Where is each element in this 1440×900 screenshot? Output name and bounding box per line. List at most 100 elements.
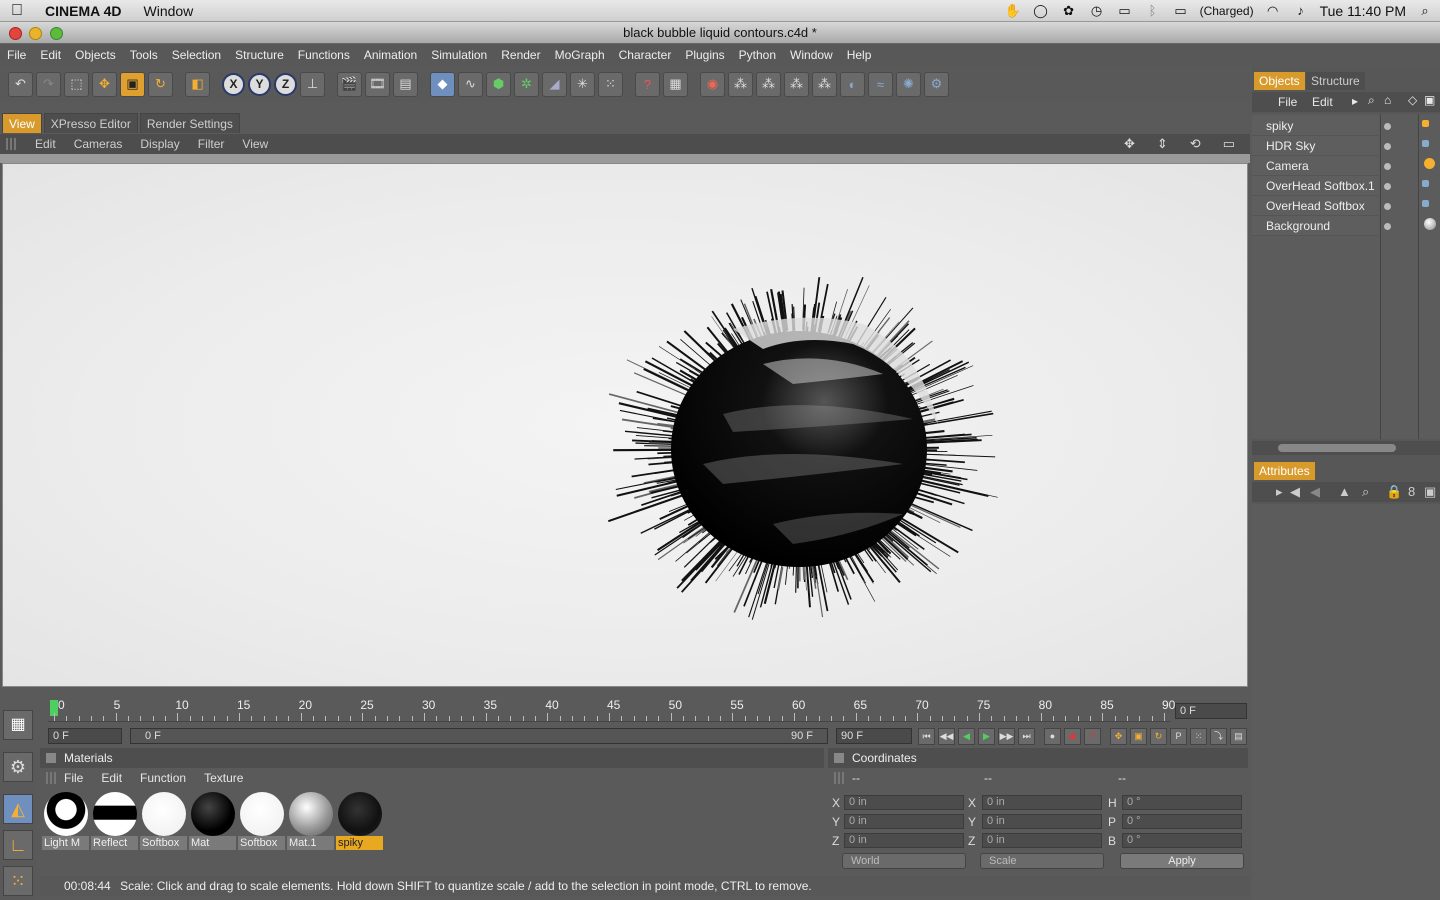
prev-key-icon[interactable]: ◀◀ (938, 728, 955, 745)
menu-python[interactable]: Python (732, 48, 783, 62)
dolly-icon[interactable]: ⇕ (1148, 136, 1177, 152)
timeline-menu-icon[interactable]: ▤ (1230, 728, 1247, 745)
apply-button[interactable]: Apply (1120, 853, 1244, 869)
visibility-dot-icon[interactable] (1384, 163, 1391, 170)
material-swatch[interactable]: Softbox (140, 792, 187, 850)
tab-structure[interactable]: Structure (1306, 72, 1365, 90)
tag-icon[interactable] (1422, 120, 1429, 127)
object-row-overhead-softbox[interactable]: OverHead Softbox (1252, 196, 1378, 216)
grip-icon[interactable] (6, 138, 18, 150)
new-window-icon[interactable]: ▣ (1424, 93, 1435, 107)
size-z-field[interactable]: 0 in (982, 833, 1102, 848)
coordinate-system-icon[interactable]: ⊥ (300, 71, 325, 97)
menu-window[interactable]: Window (783, 48, 840, 62)
menu-objects[interactable]: Objects (68, 48, 123, 62)
point-mode-icon[interactable]: ⁙ (3, 866, 33, 896)
hand-icon[interactable]: ✋ (1004, 4, 1022, 18)
tag-icon[interactable] (1422, 200, 1429, 207)
pan-icon[interactable]: ✥ (1115, 136, 1144, 152)
grip-icon[interactable] (46, 772, 58, 784)
current-frame-field[interactable]: 0 F (1175, 703, 1247, 719)
render-view-icon[interactable]: 🎬 (337, 71, 362, 97)
mograph-cloner-icon[interactable]: ⁂ (728, 71, 753, 97)
rotation-h-field[interactable]: 0 ° (1122, 795, 1242, 810)
redo-icon[interactable]: ↷ (36, 71, 61, 97)
coordinate-mode-select[interactable]: Scale (980, 853, 1104, 869)
link-icon[interactable]: 8 (1408, 484, 1415, 499)
materials-menu-edit[interactable]: Edit (101, 771, 122, 785)
viewport-menu-filter[interactable]: Filter (189, 137, 234, 151)
tab-view[interactable]: View (2, 113, 42, 133)
layer-icon[interactable]: ◇ (1408, 93, 1417, 107)
settings-gear-icon[interactable]: ⚙ (924, 71, 949, 97)
start-frame-field[interactable]: 0 F (48, 728, 122, 744)
object-row-spiky[interactable]: spiky (1252, 116, 1378, 136)
object-list-scrollbar[interactable] (1252, 441, 1440, 455)
materials-menu-texture[interactable]: Texture (204, 771, 243, 785)
tab-objects[interactable]: Objects (1254, 72, 1305, 90)
help-pointer-icon[interactable]: ? (635, 71, 660, 97)
material-swatch[interactable]: Softbox (238, 792, 285, 850)
scale-tool-icon[interactable]: ▣ (120, 71, 145, 97)
search-icon[interactable]: ⌕ (1362, 484, 1369, 500)
paw-icon[interactable]: ✿ (1060, 4, 1078, 18)
menu-functions[interactable]: Functions (291, 48, 357, 62)
material-tag-icon[interactable] (1424, 218, 1436, 230)
y-axis-button[interactable]: Y (248, 72, 271, 96)
play-forwards-icon[interactable]: ▶ (978, 728, 995, 745)
volume-icon[interactable]: ♪ (1292, 4, 1310, 18)
forward-icon[interactable]: ◀ (1310, 484, 1320, 500)
z-axis-button[interactable]: Z (274, 72, 297, 96)
menu-file[interactable]: File (0, 48, 33, 62)
layout-switch-icon[interactable]: ▦ (3, 710, 33, 740)
more-arrow-icon[interactable]: ▸ (1276, 484, 1283, 500)
deformer-icon[interactable]: ◢ (542, 71, 567, 97)
sync-icon[interactable]: ◯ (1032, 4, 1050, 18)
app-menu-name[interactable]: CINEMA 4D (34, 3, 133, 19)
keyframe-selection-icon[interactable]: ? (1084, 728, 1101, 745)
grip-icon[interactable] (834, 772, 846, 784)
tab-xpresso-editor[interactable]: XPresso Editor (43, 113, 138, 133)
material-swatch[interactable]: Mat.1 (287, 792, 334, 850)
object-row-camera[interactable]: Camera (1252, 156, 1378, 176)
objects-menu-file[interactable]: File (1278, 95, 1297, 109)
record-keys-icon[interactable]: ● (1044, 728, 1061, 745)
coordinate-space-select[interactable]: World (842, 853, 966, 869)
key-scale-icon[interactable]: ▣ (1130, 728, 1147, 745)
autokey-icon[interactable]: ◉ (1064, 728, 1081, 745)
array-icon[interactable]: ✲ (514, 71, 539, 97)
position-x-field[interactable]: 0 in (844, 795, 964, 810)
visibility-dot-icon[interactable] (1384, 143, 1391, 150)
timeline-ruler[interactable]: 0 5 10 15 20 25 30 35 40 45 50 55 60 65 70 75 80 85 90 (48, 698, 1175, 722)
more-arrow-icon[interactable]: ▸ (1352, 94, 1358, 108)
go-to-end-icon[interactable]: ⏭ (1018, 728, 1035, 745)
nurbs-icon[interactable]: ⬢ (486, 71, 511, 97)
dynamics-icon[interactable]: ◐ (840, 71, 865, 97)
close-window-button[interactable] (9, 27, 22, 40)
visibility-dot-icon[interactable] (1384, 123, 1391, 130)
rotation-p-field[interactable]: 0 ° (1122, 814, 1242, 829)
size-x-field[interactable]: 0 in (982, 795, 1102, 810)
menu-selection[interactable]: Selection (165, 48, 228, 62)
new-window-icon[interactable]: ▣ (1424, 484, 1436, 500)
mac-menu-window[interactable]: Window (133, 3, 205, 19)
mograph-fracture-icon[interactable]: ⁂ (784, 71, 809, 97)
viewport-menu-edit[interactable]: Edit (26, 137, 65, 151)
minimize-window-button[interactable] (29, 27, 42, 40)
tab-render-settings[interactable]: Render Settings (139, 113, 240, 133)
time-machine-icon[interactable]: ◷ (1088, 4, 1106, 18)
menu-animation[interactable]: Animation (357, 48, 424, 62)
materials-menu-file[interactable]: File (64, 771, 83, 785)
tag-icon[interactable] (1422, 180, 1429, 187)
x-axis-button[interactable]: X (222, 72, 245, 96)
apple-icon[interactable]:  (0, 2, 34, 20)
position-y-field[interactable]: 0 in (844, 814, 964, 829)
material-swatch[interactable]: Light M (42, 792, 89, 850)
viewport-menu-display[interactable]: Display (131, 137, 188, 151)
scene-icon[interactable]: ✳ (570, 71, 595, 97)
undo-icon[interactable]: ↶ (8, 71, 33, 97)
key-parameter-icon[interactable]: P (1170, 728, 1187, 745)
thinking-particles-icon[interactable]: ✺ (896, 71, 921, 97)
render-settings-icon[interactable]: ▤ (393, 71, 418, 97)
key-rotation-icon[interactable]: ↻ (1150, 728, 1167, 745)
